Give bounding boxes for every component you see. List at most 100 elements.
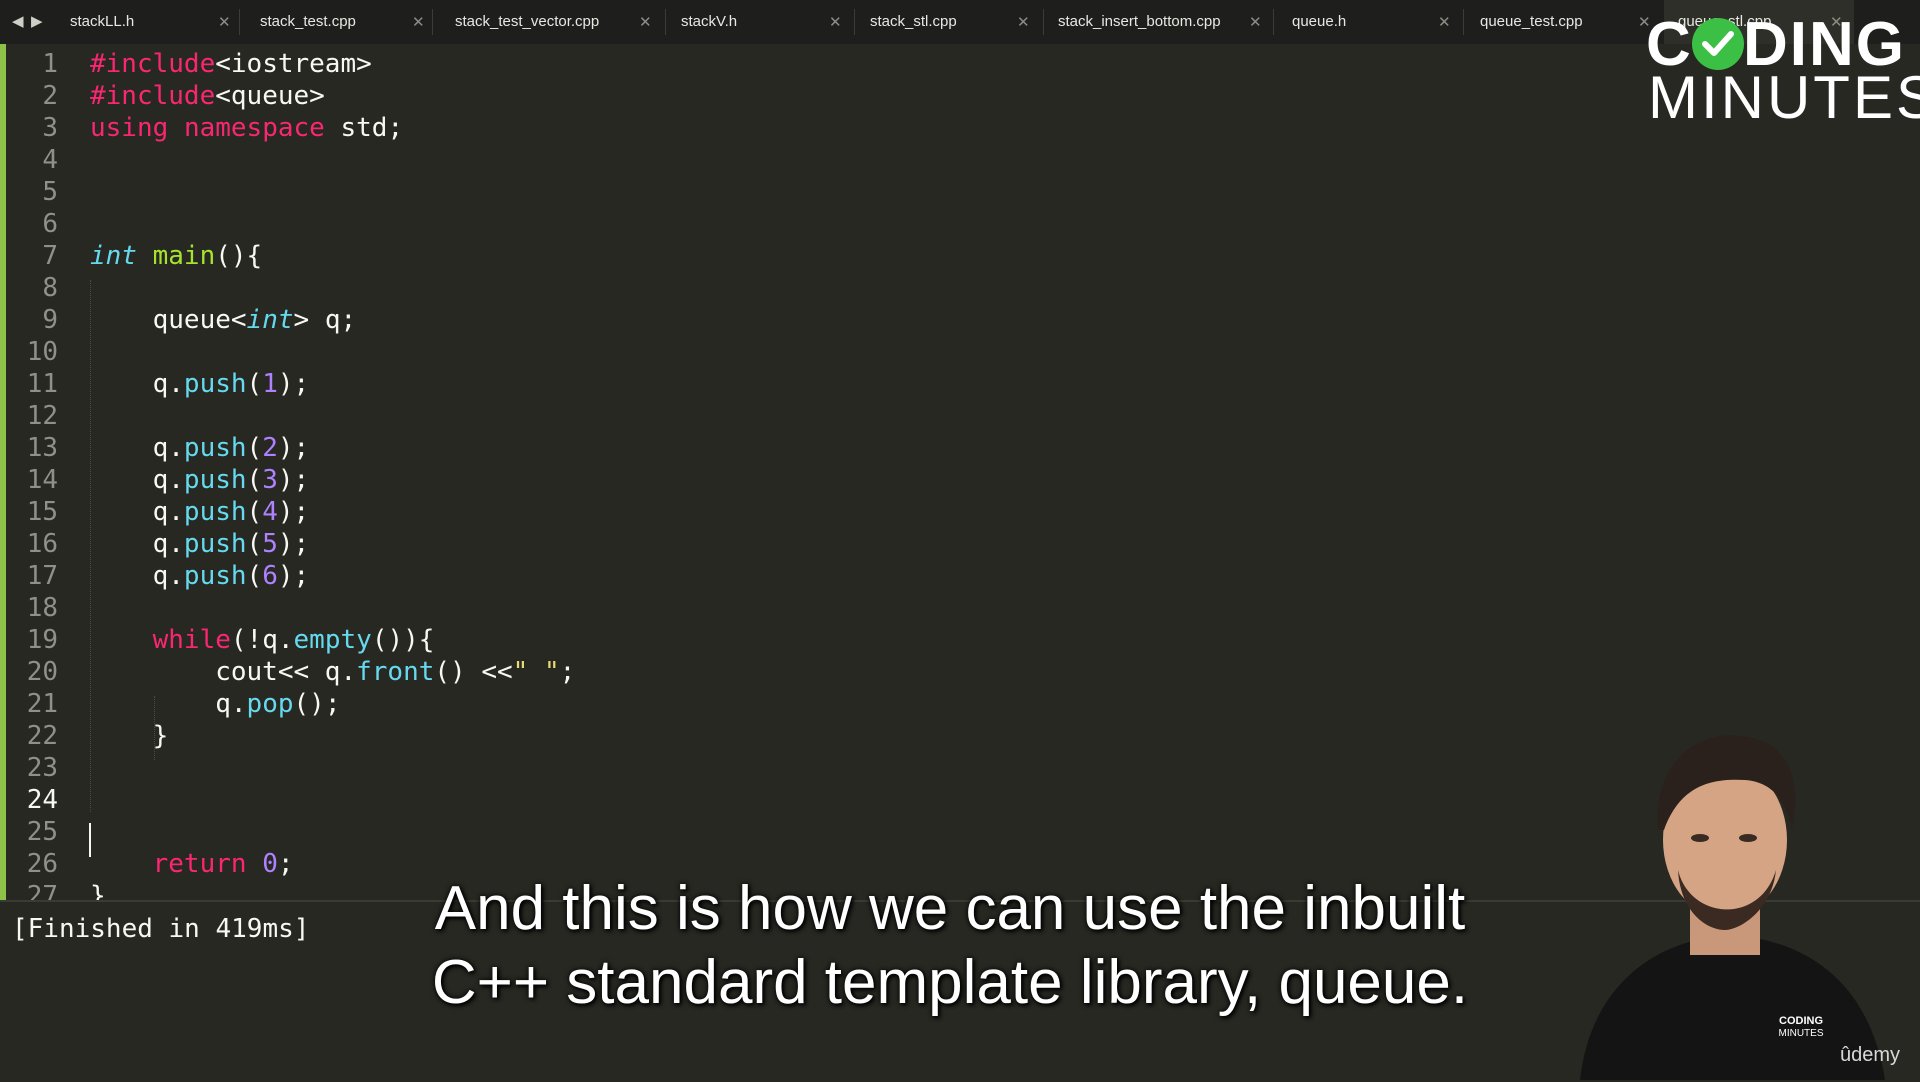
line-code[interactable]: return 0;	[90, 848, 294, 880]
tab-close-icon[interactable]: ✕	[218, 0, 231, 44]
code-line[interactable]: 2 #include<queue>	[0, 80, 1920, 112]
line-code[interactable]: q.push(2);	[90, 432, 310, 464]
line-code[interactable]: #include<queue>	[90, 80, 325, 112]
line-number: 4	[42, 145, 58, 175]
tab-label: stack_stl.cpp	[870, 13, 957, 30]
line-number: 15	[26, 497, 58, 527]
line-code[interactable]: cout<< q.front() <<" ";	[90, 656, 575, 688]
line-number: 16	[26, 529, 58, 559]
code-line[interactable]: 12	[0, 400, 1920, 432]
indent-guide	[154, 696, 155, 760]
line-number: 13	[26, 433, 58, 463]
line-number: 18	[26, 593, 58, 623]
line-code[interactable]: q.push(6);	[90, 560, 310, 592]
tab-close-icon[interactable]: ✕	[1249, 0, 1262, 44]
tab-scroll-left-icon[interactable]: ◀	[12, 12, 24, 30]
tab-queue-test-cpp[interactable]: queue_test.cpp ✕	[1464, 0, 1664, 44]
line-code[interactable]: }	[90, 880, 106, 900]
line-number: 9	[42, 305, 58, 335]
shirt-logo-text-2: MINUTES	[1779, 1028, 1824, 1039]
code-line[interactable]: 9 queue<int> q;	[0, 304, 1920, 336]
tab-stack-insert-bottom-cpp[interactable]: stack_insert_bottom.cpp ✕	[1044, 0, 1274, 44]
line-number: 26	[26, 849, 58, 879]
line-number: 24	[26, 785, 58, 815]
line-code[interactable]: while(!q.empty()){	[90, 624, 435, 656]
tab-queue-h[interactable]: queue.h ✕	[1274, 0, 1464, 44]
line-number: 20	[26, 657, 58, 687]
tab-close-icon[interactable]: ✕	[412, 0, 425, 44]
line-code[interactable]: q.push(4);	[90, 496, 310, 528]
code-line[interactable]: 18	[0, 592, 1920, 624]
tab-close-icon[interactable]: ✕	[829, 0, 842, 44]
code-line[interactable]: 4	[0, 144, 1920, 176]
tab-label: stack_insert_bottom.cpp	[1058, 13, 1221, 30]
text-cursor	[89, 823, 91, 857]
line-code[interactable]: q.push(1);	[90, 368, 310, 400]
tab-label: stack_test.cpp	[260, 13, 356, 30]
line-code[interactable]: int main(){	[90, 240, 262, 272]
line-number: 3	[42, 113, 58, 143]
line-number: 19	[26, 625, 58, 655]
presenter-webcam: CODING MINUTES	[1580, 735, 1885, 1080]
tab-label: queue_test.cpp	[1480, 13, 1583, 30]
tab-label: queue.h	[1292, 13, 1347, 30]
tab-stackv-h[interactable]: stackV.h ✕	[666, 0, 855, 44]
line-code[interactable]: #include<iostream>	[90, 48, 372, 80]
code-line[interactable]: 3 using namespace std;	[0, 112, 1920, 144]
code-line[interactable]: 13 q.push(2);	[0, 432, 1920, 464]
shirt-logo-text: CODING	[1779, 1015, 1823, 1027]
check-icon	[1692, 18, 1744, 70]
code-line[interactable]: 10	[0, 336, 1920, 368]
code-line[interactable]: 5	[0, 176, 1920, 208]
line-number: 8	[42, 273, 58, 303]
tab-label: stackLL.h	[70, 13, 135, 30]
line-number: 27	[26, 881, 58, 900]
line-code[interactable]: using namespace std;	[90, 112, 403, 144]
tab-close-icon[interactable]: ✕	[639, 0, 652, 44]
line-code[interactable]: q.pop();	[90, 688, 340, 720]
code-line[interactable]: 17 q.push(6);	[0, 560, 1920, 592]
coding-minutes-logo: CODING MINUTES	[1640, 8, 1920, 128]
tab-stack-test-cpp[interactable]: stack_test.cpp ✕	[240, 0, 433, 44]
code-line[interactable]: 16 q.push(5);	[0, 528, 1920, 560]
line-number: 5	[42, 177, 58, 207]
code-line[interactable]: 20 cout<< q.front() <<" ";	[0, 656, 1920, 688]
subtitle-line-2: C++ standard template library, queue.	[431, 948, 1469, 1017]
line-number: 6	[42, 209, 58, 239]
code-line[interactable]: 1 #include<iostream>	[0, 48, 1920, 80]
line-number: 12	[26, 401, 58, 431]
video-subtitle: And this is how we can use the inbuilt C…	[270, 872, 1630, 1020]
code-line[interactable]: 21 q.pop();	[0, 688, 1920, 720]
line-number: 14	[26, 465, 58, 495]
logo-word-minutes: MINUTES	[1648, 64, 1920, 131]
code-line[interactable]: 7 int main(){	[0, 240, 1920, 272]
tab-stackll-h[interactable]: stackLL.h ✕	[50, 0, 240, 44]
line-code[interactable]: queue<int> q;	[90, 304, 357, 336]
line-number: 23	[26, 753, 58, 783]
line-number: 22	[26, 721, 58, 751]
code-line[interactable]: 15 q.push(4);	[0, 496, 1920, 528]
code-line[interactable]: 6	[0, 208, 1920, 240]
line-number: 11	[26, 369, 58, 399]
tab-bar: ◀ ▶ stackLL.h ✕ stack_test.cpp ✕ stack_t…	[0, 0, 1920, 45]
tab-scroll-right-icon[interactable]: ▶	[31, 12, 43, 30]
indent-guide	[90, 280, 91, 812]
code-line[interactable]: 8	[0, 272, 1920, 304]
subtitle-line-1: And this is how we can use the inbuilt	[434, 874, 1466, 943]
tab-close-icon[interactable]: ✕	[1438, 0, 1451, 44]
line-number: 25	[26, 817, 58, 847]
build-output-text: [Finished in 419ms]	[12, 914, 310, 944]
line-number: 7	[42, 241, 58, 271]
code-line[interactable]: 14 q.push(3);	[0, 464, 1920, 496]
line-code[interactable]: }	[90, 720, 169, 752]
tab-stack-test-vector-cpp[interactable]: stack_test_vector.cpp ✕	[433, 0, 666, 44]
tab-stack-stl-cpp[interactable]: stack_stl.cpp ✕	[855, 0, 1044, 44]
code-line[interactable]: 11 q.push(1);	[0, 368, 1920, 400]
code-line[interactable]: 19 while(!q.empty()){	[0, 624, 1920, 656]
line-number: 10	[26, 337, 58, 367]
line-number: 2	[42, 81, 58, 111]
line-number: 17	[26, 561, 58, 591]
line-code[interactable]: q.push(3);	[90, 464, 310, 496]
tab-close-icon[interactable]: ✕	[1017, 0, 1030, 44]
line-code[interactable]: q.push(5);	[90, 528, 310, 560]
